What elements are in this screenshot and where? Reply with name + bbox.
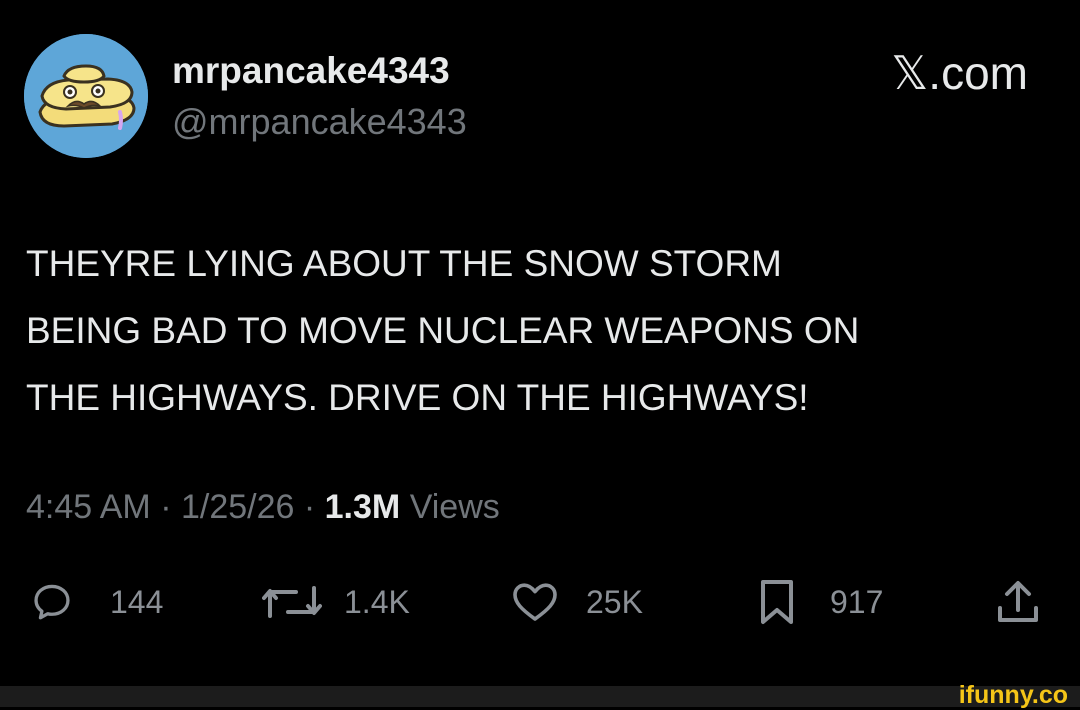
repost-button[interactable]: 1.4K: [262, 578, 410, 626]
bookmark-icon: [761, 580, 793, 624]
post-time[interactable]: 4:45 AM: [26, 488, 151, 526]
bookmark-button[interactable]: 917: [756, 578, 883, 626]
repost-count: 1.4K: [344, 583, 410, 620]
like-button[interactable]: 25K: [510, 578, 643, 626]
views-label: Views: [409, 488, 500, 526]
avatar[interactable]: [24, 34, 148, 158]
ifunny-watermark: ifunny.co: [958, 681, 1068, 709]
post-date[interactable]: 1/25/26: [181, 488, 294, 526]
bookmark-count: 917: [830, 583, 884, 620]
share-button[interactable]: [996, 578, 1040, 626]
display-name[interactable]: mrpancake4343: [172, 50, 450, 92]
pancake-avatar-icon: [24, 34, 148, 158]
watermark-bar: [0, 686, 1080, 707]
share-icon: [998, 581, 1038, 622]
repost-icon: [262, 586, 322, 618]
separator: ·: [150, 488, 181, 526]
user-handle[interactable]: @mrpancake4343: [172, 101, 467, 143]
post-metadata: 4:45 AM · 1/25/26 · 1.3M Views: [26, 488, 500, 527]
views-count: 1.3M: [324, 488, 401, 526]
heart-icon: [513, 583, 557, 621]
post-text: THEYRE LYING ABOUT THE SNOW STORM BEING …: [26, 243, 860, 418]
reply-button[interactable]: 144: [30, 578, 163, 626]
reply-count: 144: [110, 583, 164, 620]
separator: ·: [294, 488, 325, 526]
like-count: 25K: [586, 583, 643, 620]
reply-icon: [34, 584, 70, 620]
x-brand-logo: 𝕏.com: [891, 47, 1028, 99]
